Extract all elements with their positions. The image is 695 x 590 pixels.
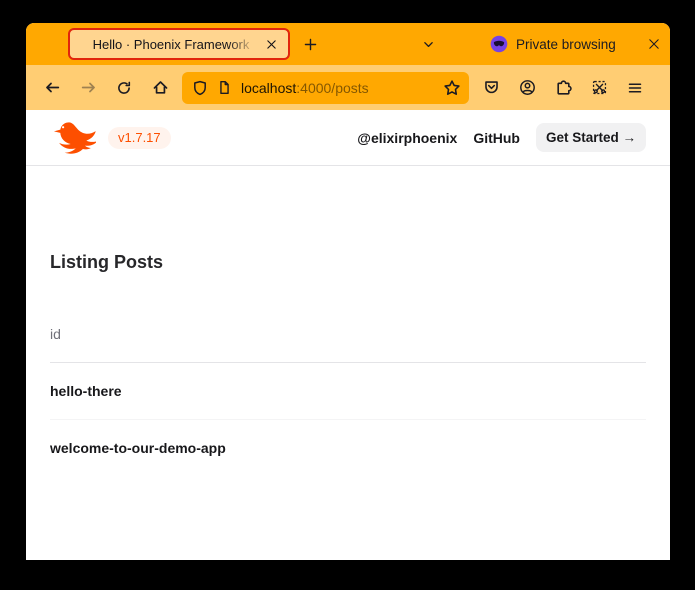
new-tab-button[interactable] bbox=[296, 30, 324, 58]
bookmark-star-icon[interactable] bbox=[443, 79, 461, 97]
url-input[interactable]: localhost:4000/posts bbox=[241, 80, 434, 96]
private-browsing-badge: Private browsing bbox=[490, 30, 616, 58]
column-header-id: id bbox=[50, 322, 646, 363]
browser-window: Hello · Phoenix Framework Private browsi… bbox=[26, 23, 670, 560]
private-mask-icon bbox=[490, 35, 508, 53]
post-id-cell[interactable]: welcome-to-our-demo-app bbox=[50, 420, 646, 477]
post-id-cell[interactable]: hello-there bbox=[50, 363, 646, 420]
posts-table: id hello-there welcome-to-our-demo-app bbox=[50, 322, 646, 476]
tab-close-icon[interactable] bbox=[260, 33, 282, 55]
forward-button[interactable] bbox=[74, 74, 102, 102]
shield-icon[interactable] bbox=[192, 80, 208, 96]
pocket-icon bbox=[483, 79, 500, 96]
tab-title: Hello · Phoenix Framework bbox=[82, 37, 260, 52]
account-button[interactable] bbox=[513, 74, 541, 102]
private-browsing-label: Private browsing bbox=[516, 37, 616, 52]
link-github[interactable]: GitHub bbox=[473, 130, 520, 146]
screenshot-scissors-icon bbox=[591, 79, 608, 96]
nav-toolbar: localhost:4000/posts bbox=[26, 65, 670, 110]
extensions-button[interactable] bbox=[549, 74, 577, 102]
pocket-button[interactable] bbox=[477, 74, 505, 102]
get-started-button[interactable]: Get Started → bbox=[536, 123, 646, 152]
forward-icon bbox=[80, 79, 97, 96]
page-content: v1.7.17 @elixirphoenix GitHub Get Starte… bbox=[26, 110, 670, 560]
brand: v1.7.17 bbox=[50, 120, 171, 155]
reload-button[interactable] bbox=[110, 74, 138, 102]
phoenix-logo[interactable] bbox=[50, 120, 96, 155]
account-icon bbox=[519, 79, 536, 96]
version-badge: v1.7.17 bbox=[108, 127, 171, 149]
link-elixirphoenix[interactable]: @elixirphoenix bbox=[357, 130, 457, 146]
tab-list-chevron-icon[interactable] bbox=[414, 30, 442, 58]
main-area: Listing Posts id hello-there welcome-to-… bbox=[26, 166, 670, 476]
tab-hello-phoenix[interactable]: Hello · Phoenix Framework bbox=[68, 28, 290, 60]
home-icon bbox=[152, 79, 169, 96]
back-button[interactable] bbox=[38, 74, 66, 102]
url-bar[interactable]: localhost:4000/posts bbox=[182, 72, 469, 104]
back-icon bbox=[44, 79, 61, 96]
puzzle-icon bbox=[555, 79, 572, 96]
table-row[interactable]: welcome-to-our-demo-app bbox=[50, 420, 646, 477]
page-icon[interactable] bbox=[217, 80, 232, 95]
header-nav: @elixirphoenix GitHub Get Started → bbox=[357, 123, 646, 152]
page-title: Listing Posts bbox=[50, 246, 646, 278]
reload-icon bbox=[116, 80, 132, 96]
screenshot-button[interactable] bbox=[585, 74, 613, 102]
table-row[interactable]: hello-there bbox=[50, 363, 646, 420]
titlebar[interactable]: Hello · Phoenix Framework Private browsi… bbox=[26, 23, 670, 65]
home-button[interactable] bbox=[146, 74, 174, 102]
url-host: localhost bbox=[241, 80, 296, 96]
url-path: :4000/posts bbox=[296, 80, 368, 96]
site-header: v1.7.17 @elixirphoenix GitHub Get Starte… bbox=[26, 110, 670, 166]
hamburger-menu-icon bbox=[627, 80, 643, 96]
menu-button[interactable] bbox=[621, 74, 649, 102]
window-close-icon[interactable] bbox=[640, 30, 668, 58]
